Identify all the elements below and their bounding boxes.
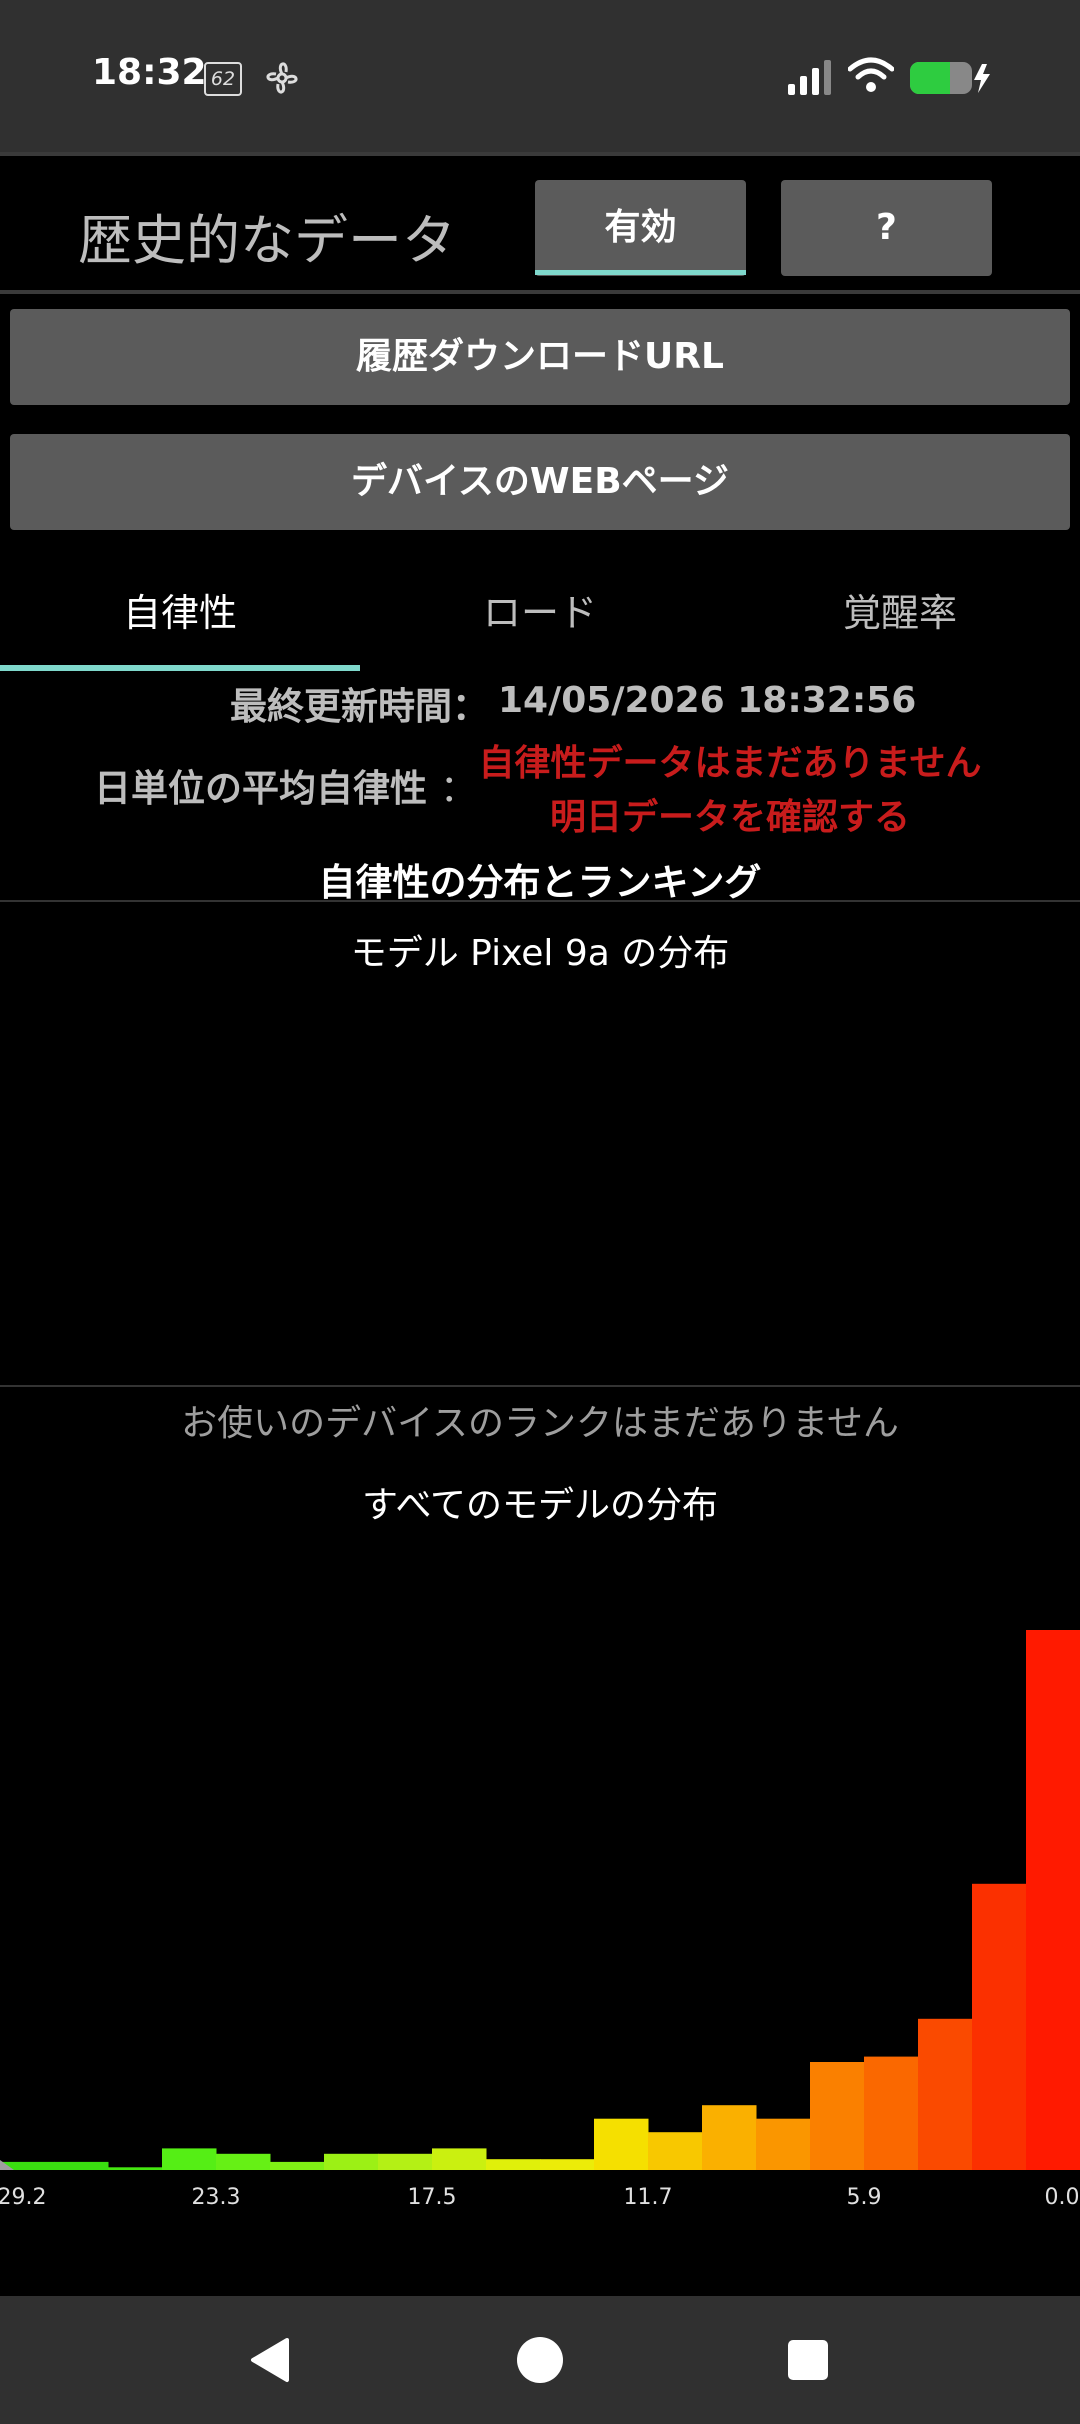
average-autonomy-label: 日単位の平均自律性 — [94, 767, 427, 810]
device-web-page-button[interactable]: デバイスのWEBページ — [10, 434, 1070, 530]
check-tomorrow-message: 明日データを確認する — [549, 797, 910, 838]
enable-indicator — [535, 270, 746, 275]
notification-badge: 62 — [204, 62, 242, 96]
histogram-bar — [918, 2018, 973, 2170]
no-data-message: 自律性データはまだありません — [478, 743, 982, 784]
tab-awake-rate[interactable]: 覚醒率 — [720, 582, 1080, 637]
histogram-bar — [432, 2148, 487, 2170]
divider — [0, 1385, 1080, 1387]
divider — [0, 152, 1080, 156]
tab-autonomy[interactable]: 自律性 — [0, 582, 360, 637]
back-icon[interactable] — [247, 2336, 295, 2384]
x-tick-label: 17.5 — [408, 2185, 457, 2210]
wifi-icon — [848, 57, 894, 92]
home-icon[interactable] — [516, 2336, 564, 2384]
tab-indicator — [0, 665, 360, 671]
history-download-url-button[interactable]: 履歴ダウンロードURL — [10, 309, 1070, 405]
no-rank-message: お使いのデバイスのランクはまだありません — [181, 1403, 899, 1444]
page-title: 歴史的なデータ — [78, 209, 456, 272]
last-update-label: 最終更新時間： — [230, 685, 489, 728]
histogram-bar — [108, 2167, 163, 2170]
model-distribution-chart-area — [0, 980, 1080, 1384]
help-button[interactable]: ? — [781, 180, 992, 276]
histogram-bar — [324, 2153, 379, 2170]
status-time: 18:32 — [92, 52, 207, 93]
histogram-bar — [378, 2153, 433, 2170]
recents-icon[interactable] — [786, 2338, 830, 2382]
histogram-bar — [810, 2062, 865, 2170]
model-distribution-title: モデル Pixel 9a の分布 — [350, 933, 730, 974]
x-tick-label: 29.2 — [0, 2185, 46, 2210]
battery-charging-icon — [910, 62, 990, 94]
x-tick-label: 0.0 — [1045, 2185, 1080, 2210]
section-title: 自律性の分布とランキング — [318, 861, 762, 904]
divider — [0, 900, 1080, 902]
tab-load[interactable]: ロード — [360, 582, 720, 637]
x-tick-label: 5.9 — [847, 2185, 882, 2210]
fan-icon — [266, 62, 298, 94]
histogram-bar — [162, 2148, 217, 2170]
last-update-value: 14/05/2026 18:32:56 — [498, 680, 917, 721]
histogram-bar — [216, 2153, 271, 2170]
histogram-bar — [270, 2161, 325, 2170]
x-tick-label: 23.3 — [192, 2185, 241, 2210]
histogram-bar — [756, 2118, 811, 2170]
histogram-bar — [972, 1883, 1027, 2170]
all-models-distribution-title: すべてのモデルの分布 — [361, 1485, 719, 1526]
divider — [0, 290, 1080, 294]
histogram-bar — [540, 2159, 595, 2170]
histogram-bar — [486, 2159, 541, 2170]
histogram-bar — [594, 2118, 649, 2170]
histogram-bar — [1026, 1630, 1080, 2170]
enable-button[interactable]: 有効 — [535, 180, 746, 276]
histogram-bar — [864, 2056, 919, 2170]
x-tick-label: 11.7 — [624, 2185, 673, 2210]
histogram-bar — [702, 2105, 757, 2170]
all-models-distribution-chart: 29.2 23.3 17.5 11.7 5.9 0.0 — [0, 1630, 1080, 2210]
histogram-bar — [648, 2132, 703, 2170]
histogram-bar — [54, 2161, 109, 2170]
signal-icon — [788, 60, 831, 95]
